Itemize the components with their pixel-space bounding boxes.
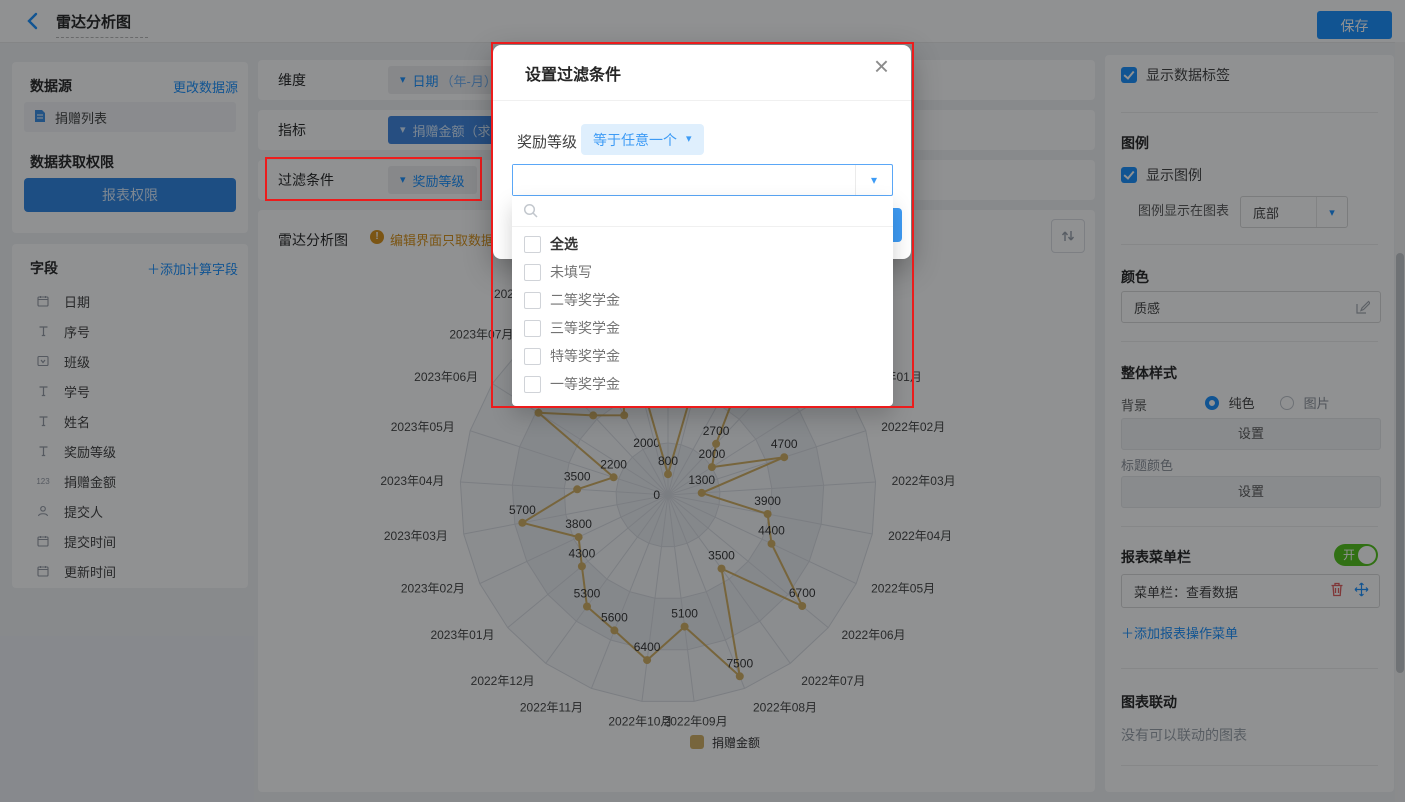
caret-down-icon: ▾ [855,165,892,195]
modal-field-label: 奖励等级 [517,131,577,152]
checkbox-unchecked-icon[interactable] [524,376,541,393]
modal-title: 设置过滤条件 [525,61,621,85]
filter-value-input[interactable] [513,165,855,195]
option-特等奖学金[interactable]: 特等奖学金 [524,342,620,370]
option-全选[interactable]: 全选 [524,230,578,258]
checkbox-unchecked-icon[interactable] [524,292,541,309]
option-未填写[interactable]: 未填写 [524,258,592,286]
option-三等奖学金[interactable]: 三等奖学金 [524,314,620,342]
divider [512,226,893,227]
checkbox-unchecked-icon[interactable] [524,236,541,253]
option-search-input[interactable] [544,199,878,225]
option-label: 三等奖学金 [550,318,620,338]
checkbox-unchecked-icon[interactable] [524,348,541,365]
checkbox-unchecked-icon[interactable] [524,264,541,281]
checkbox-unchecked-icon[interactable] [524,320,541,337]
option-一等奖学金[interactable]: 一等奖学金 [524,370,620,398]
option-label: 一等奖学金 [550,374,620,394]
option-二等奖学金[interactable]: 二等奖学金 [524,286,620,314]
search-icon [523,203,539,222]
filter-options-dropdown: 全选未填写二等奖学金三等奖学金特等奖学金一等奖学金 [512,196,893,406]
option-label: 未填写 [550,262,592,282]
option-label: 二等奖学金 [550,290,620,310]
option-label: 全选 [550,234,578,254]
filter-value-select[interactable]: ▾ [512,164,893,196]
close-icon[interactable]: × [874,53,889,79]
caret-down-icon: ▾ [686,134,692,145]
operator-value: 等于任意一个 [593,130,677,150]
divider [493,100,911,101]
operator-select[interactable]: 等于任意一个 ▾ [581,124,704,155]
option-label: 特等奖学金 [550,346,620,366]
